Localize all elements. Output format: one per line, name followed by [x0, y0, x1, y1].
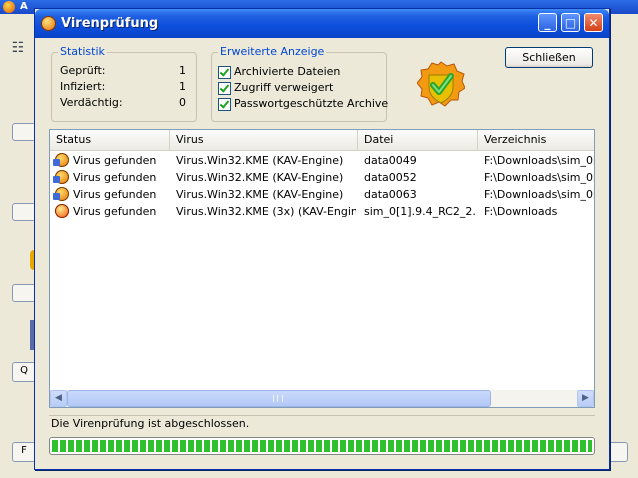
- cell-file: sim_0[1].9.4_RC2_2...: [364, 205, 476, 218]
- checkbox-checked-icon[interactable]: [218, 66, 231, 79]
- dialog-title: Virenprüfung: [61, 16, 159, 31]
- status-message: Die Virenprüfung ist abgeschlossen.: [49, 415, 595, 431]
- minimize-icon: _: [544, 16, 551, 30]
- cell-status: Virus gefunden: [73, 171, 157, 184]
- statistics-group: Statistik Geprüft: 1 Infiziert: 1 Verdäc…: [51, 45, 197, 122]
- list-header: Status Virus Datei Verzeichnis: [50, 130, 594, 151]
- extended-view-group-title: Erweiterte Anzeige: [218, 45, 327, 58]
- cell-virus: Virus.Win32.KME (3x) (KAV-Engine): [176, 205, 356, 218]
- antivirus-app-icon: [41, 16, 56, 31]
- column-header-virus[interactable]: Virus: [170, 130, 358, 150]
- background-app-icon: [3, 1, 15, 13]
- virus-found-icon: [53, 170, 69, 184]
- extended-view-group: Erweiterte Anzeige Archivierte Dateien Z…: [211, 45, 389, 122]
- cell-status: Virus gefunden: [73, 154, 157, 167]
- horizontal-scrollbar[interactable]: ◀ ▶: [50, 390, 594, 407]
- progress-bar: [49, 437, 595, 455]
- cell-file: data0052: [364, 171, 417, 184]
- statistics-group-title: Statistik: [58, 45, 107, 58]
- cell-file: data0049: [364, 154, 417, 167]
- stat-value-suspicious: 0: [179, 96, 186, 109]
- archive-virus-icon: [55, 204, 69, 218]
- maximize-button[interactable]: □: [561, 13, 580, 32]
- stat-label-checked: Geprüft:: [60, 64, 106, 77]
- scroll-left-button[interactable]: ◀: [50, 390, 67, 407]
- cell-directory: F:\Downloads: [484, 205, 558, 218]
- cell-status: Virus gefunden: [73, 205, 157, 218]
- cell-virus: Virus.Win32.KME (KAV-Engine): [176, 171, 344, 184]
- cell-directory: F:\Downloads\sim_0[1: [484, 171, 594, 184]
- close-button[interactable]: Schließen: [505, 47, 593, 68]
- cell-virus: Virus.Win32.KME (KAV-Engine): [176, 154, 344, 167]
- cell-directory: F:\Downloads\sim_0[1: [484, 188, 594, 201]
- background-button[interactable]: [12, 203, 36, 221]
- background-title: A: [20, 1, 28, 12]
- checkbox-checked-icon[interactable]: [218, 98, 231, 111]
- column-header-directory[interactable]: Verzeichnis: [478, 130, 594, 150]
- cell-file: data0063: [364, 188, 417, 201]
- chevron-left-icon: ◀: [55, 393, 62, 403]
- grip-icon: [273, 395, 283, 402]
- shield-checkmark-logo: [417, 61, 465, 107]
- cell-status: Virus gefunden: [73, 188, 157, 201]
- background-button-f[interactable]: F: [12, 442, 36, 462]
- table-row[interactable]: Virus gefunden Virus.Win32.KME (KAV-Engi…: [50, 186, 594, 203]
- column-header-file[interactable]: Datei: [358, 130, 478, 150]
- scrollbar-thumb[interactable]: [67, 390, 491, 407]
- virus-scan-dialog: Virenprüfung _ □ ✕ Statistik Geprüft: 1 …: [34, 8, 610, 470]
- checkbox-label: Zugriff verweigert: [234, 81, 334, 94]
- cell-virus: Virus.Win32.KME (KAV-Engine): [176, 188, 344, 201]
- checkbox-checked-icon[interactable]: [218, 82, 231, 95]
- table-row[interactable]: Virus gefunden Virus.Win32.KME (3x) (KAV…: [50, 203, 594, 220]
- dialog-titlebar[interactable]: Virenprüfung _ □ ✕: [35, 9, 609, 38]
- checkbox-label: Archivierte Dateien: [234, 65, 341, 78]
- virus-found-icon: [53, 187, 69, 201]
- table-row[interactable]: Virus gefunden Virus.Win32.KME (KAV-Engi…: [50, 152, 594, 169]
- scroll-right-button[interactable]: ▶: [577, 390, 594, 407]
- stat-label-suspicious: Verdächtig:: [60, 96, 123, 109]
- background-button-q[interactable]: Q: [12, 362, 36, 382]
- chevron-right-icon: ▶: [582, 393, 589, 403]
- list-view-icon[interactable]: ☷: [10, 40, 26, 56]
- stat-label-infected: Infiziert:: [60, 80, 106, 93]
- virus-found-icon: [53, 153, 69, 167]
- background-button[interactable]: [12, 284, 36, 302]
- minimize-button[interactable]: _: [538, 13, 557, 32]
- table-row[interactable]: Virus gefunden Virus.Win32.KME (KAV-Engi…: [50, 169, 594, 186]
- maximize-icon: □: [564, 16, 577, 30]
- close-icon: ✕: [588, 16, 599, 30]
- cell-directory: F:\Downloads\sim_0[1: [484, 154, 594, 167]
- checkbox-label: Passwortgeschützte Archive: [234, 97, 389, 110]
- stat-value-infected: 1: [179, 80, 186, 93]
- close-window-button[interactable]: ✕: [584, 13, 603, 32]
- background-button[interactable]: [608, 442, 628, 462]
- stat-value-checked: 1: [179, 64, 186, 77]
- background-button[interactable]: [12, 123, 36, 141]
- results-list[interactable]: Status Virus Datei Verzeichnis Virus gef…: [49, 129, 595, 408]
- progress-fill: [52, 440, 592, 452]
- column-header-status[interactable]: Status: [50, 130, 170, 150]
